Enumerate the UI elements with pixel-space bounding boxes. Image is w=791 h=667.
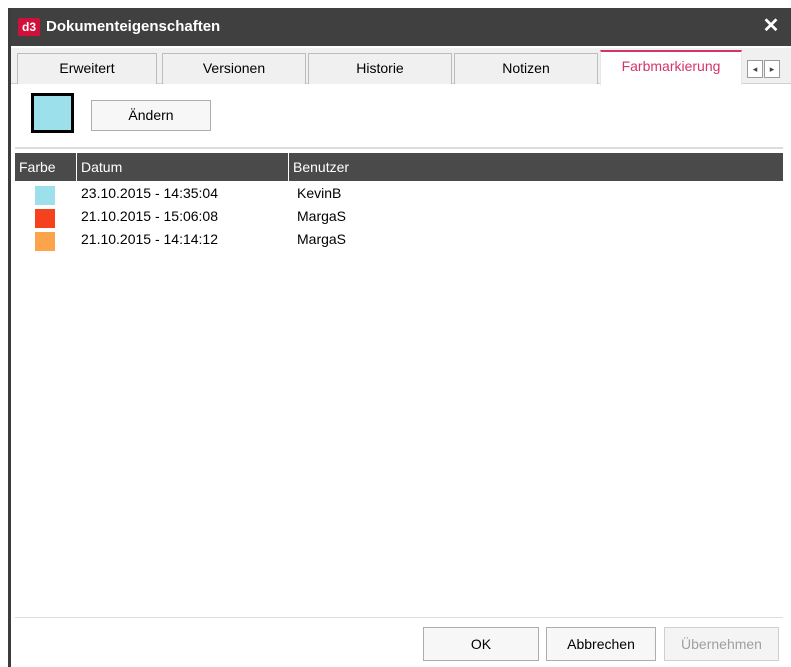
- tab-notizen[interactable]: Notizen: [454, 53, 598, 84]
- date-cell: 21.10.2015 - 15:06:08: [81, 208, 219, 224]
- close-icon[interactable]: ✕: [759, 14, 783, 38]
- user-cell: KevinB: [297, 185, 342, 201]
- tab-label: Erweitert: [59, 60, 115, 76]
- tab-label: Farbmarkierung: [621, 58, 721, 74]
- user-cell: MargaS: [297, 231, 347, 247]
- column-header-datum[interactable]: Datum: [77, 153, 289, 181]
- ok-button[interactable]: OK: [423, 627, 539, 661]
- tab-label: Historie: [356, 60, 404, 76]
- color-history-table: Farbe Datum Benutzer 23.10.2015 - 14:35:…: [15, 153, 783, 613]
- tab-content: Ändern Farbe Datum Benutzer 23.10.2015 -…: [11, 85, 791, 667]
- user-cell: MargaS: [297, 208, 347, 224]
- current-color-swatch[interactable]: [31, 93, 74, 133]
- color-swatch: [35, 232, 55, 251]
- tab-scroll-left-icon[interactable]: ◂: [747, 60, 763, 78]
- cancel-button-label: Abbrechen: [567, 636, 635, 652]
- color-swatch: [35, 186, 55, 205]
- cancel-button[interactable]: Abbrechen: [546, 627, 656, 661]
- ok-button-label: OK: [470, 636, 492, 652]
- window-title: Dokumenteigenschaften: [46, 18, 221, 35]
- app-logo: d3: [18, 18, 40, 36]
- table-row[interactable]: 21.10.2015 - 14:14:12 MargaS: [15, 229, 783, 252]
- tab-scroll-right-icon[interactable]: ▸: [764, 60, 780, 78]
- date-cell: 21.10.2015 - 14:14:12: [81, 231, 219, 247]
- table-header: Farbe Datum Benutzer: [15, 153, 783, 181]
- dialog-window: d3 Dokumenteigenschaften ✕ Erweitert Ver…: [8, 8, 791, 667]
- column-header-farbe[interactable]: Farbe: [15, 153, 77, 181]
- tab-erweitert[interactable]: Erweitert: [17, 53, 157, 84]
- color-swatch: [35, 209, 55, 228]
- footer-divider: [15, 617, 783, 618]
- tab-farbmarkierung[interactable]: Farbmarkierung: [600, 50, 742, 85]
- change-button[interactable]: Ändern: [91, 100, 211, 131]
- tab-versionen[interactable]: Versionen: [162, 53, 306, 84]
- column-header-benutzer[interactable]: Benutzer: [289, 153, 783, 181]
- apply-button-label: Übernehmen: [681, 636, 762, 652]
- title-bar: d3 Dokumenteigenschaften ✕: [11, 8, 791, 46]
- date-cell: 23.10.2015 - 14:35:04: [81, 185, 219, 201]
- tab-label: Notizen: [502, 60, 550, 76]
- table-row[interactable]: 23.10.2015 - 14:35:04 KevinB: [15, 183, 783, 206]
- tab-strip: Erweitert Versionen Historie Notizen Far…: [11, 48, 791, 85]
- tab-label: Versionen: [202, 60, 266, 76]
- divider: [15, 147, 783, 149]
- tab-historie[interactable]: Historie: [308, 53, 452, 84]
- apply-button[interactable]: Übernehmen: [664, 627, 779, 661]
- table-row[interactable]: 21.10.2015 - 15:06:08 MargaS: [15, 206, 783, 229]
